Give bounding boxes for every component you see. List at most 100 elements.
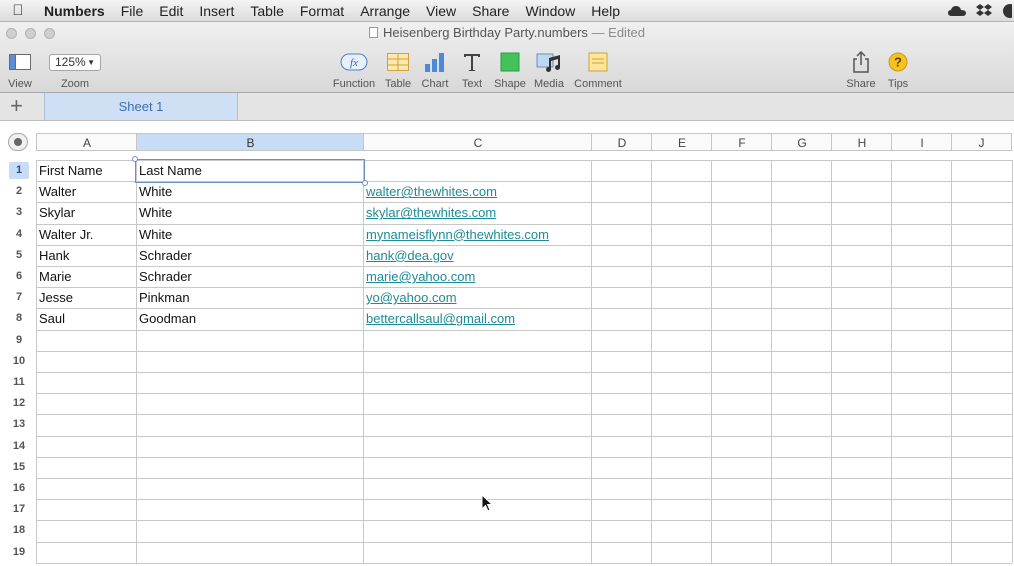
svg-text:?: ?	[894, 55, 902, 70]
menu-format[interactable]: Format	[292, 0, 352, 22]
column-header-i[interactable]: I	[891, 133, 952, 151]
cloud-icon[interactable]	[948, 5, 966, 17]
share-icon	[853, 51, 869, 73]
row-header[interactable]: 11	[9, 374, 29, 391]
table-button[interactable]: Table	[384, 50, 412, 90]
row-header[interactable]: 5	[9, 247, 29, 264]
column-header-j[interactable]: J	[951, 133, 1012, 151]
shape-button[interactable]: Shape	[494, 50, 526, 90]
column-gridline	[591, 160, 592, 563]
column-header-h[interactable]: H	[831, 133, 892, 151]
spreadsheet-table[interactable]: A B C D E F G H I J 1 2 3 4 5 6 7 8 9 10 11 12 13 14 1…	[0, 121, 1014, 566]
email-link-cell[interactable]: bettercallsaul@gmail.com	[363, 308, 591, 329]
menu-app-name[interactable]: Numbers	[36, 0, 113, 22]
row-header[interactable]: 2	[9, 183, 29, 200]
column-gridline	[831, 160, 832, 563]
row-header[interactable]: 19	[9, 544, 29, 561]
row-header[interactable]: 4	[9, 226, 29, 243]
email-link-cell[interactable]: yo@yahoo.com	[363, 287, 591, 308]
table-cell[interactable]: White	[136, 181, 363, 202]
menu-file[interactable]: File	[113, 0, 152, 22]
table-cell[interactable]: First Name	[36, 160, 136, 181]
column-header-c[interactable]: C	[363, 133, 592, 151]
menu-share[interactable]: Share	[464, 0, 517, 22]
column-gridline	[951, 160, 952, 563]
email-link-cell[interactable]: mynameisflynn@thewhites.com	[363, 224, 591, 245]
table-cell[interactable]: Jesse	[36, 287, 136, 308]
select-table-button[interactable]	[8, 133, 28, 151]
row-header[interactable]: 8	[9, 310, 29, 327]
table-cell[interactable]: Marie	[36, 266, 136, 287]
row-gridline	[36, 541, 1012, 543]
media-button[interactable]: Media	[533, 50, 565, 90]
email-link-cell[interactable]: marie@yahoo.com	[363, 266, 591, 287]
menu-table[interactable]: Table	[242, 0, 291, 22]
email-link-cell[interactable]: hank@dea.gov	[363, 245, 591, 266]
row-gridline	[36, 350, 1012, 352]
table-cell[interactable]: Schrader	[136, 266, 363, 287]
share-button[interactable]: Share	[846, 50, 876, 90]
menu-arrange[interactable]: Arrange	[352, 0, 418, 22]
table-cell[interactable]: Goodman	[136, 308, 363, 329]
column-header-f[interactable]: F	[711, 133, 772, 151]
menu-help[interactable]: Help	[583, 0, 628, 22]
sheet-tab-bar: + Sheet 1	[0, 93, 1014, 121]
table-cell[interactable]: White	[136, 202, 363, 223]
row-gridline	[36, 562, 1012, 564]
row-header[interactable]: 10	[9, 353, 29, 370]
menu-edit[interactable]: Edit	[151, 0, 191, 22]
email-link-cell[interactable]: walter@thewhites.com	[363, 181, 591, 202]
column-header-e[interactable]: E	[651, 133, 712, 151]
row-header[interactable]: 6	[9, 268, 29, 285]
tab-sheet-1[interactable]: Sheet 1	[44, 93, 238, 120]
zoom-select[interactable]: 125% ▼	[49, 53, 101, 71]
email-link-cell[interactable]: skylar@thewhites.com	[363, 202, 591, 223]
zoom-control[interactable]: 125% ▼ Zoom	[48, 50, 102, 90]
column-header-g[interactable]: G	[771, 133, 832, 151]
chart-button[interactable]: Chart	[420, 50, 450, 90]
row-header[interactable]: 13	[9, 416, 29, 433]
table-cell[interactable]: Walter	[36, 181, 136, 202]
row-gridline	[36, 478, 1012, 479]
row-header[interactable]: 17	[9, 501, 29, 518]
text-button[interactable]: Text	[458, 50, 486, 90]
row-header[interactable]: 18	[9, 522, 29, 539]
row-header[interactable]: 3	[9, 204, 29, 221]
menu-window[interactable]: Window	[517, 0, 583, 22]
row-header[interactable]: 16	[9, 480, 29, 497]
selection-handle-bottom-right[interactable]	[362, 180, 368, 186]
edited-status: — Edited	[591, 25, 646, 40]
menu-bar:  Numbers File Edit Insert Table Format …	[0, 0, 1014, 22]
dropbox-icon[interactable]	[976, 4, 992, 18]
comment-button[interactable]: Comment	[572, 50, 624, 90]
row-header[interactable]: 1	[9, 162, 29, 180]
row-header[interactable]: 14	[9, 438, 29, 455]
row-header[interactable]: 15	[9, 459, 29, 476]
row-header[interactable]: 7	[9, 289, 29, 306]
selection-handle-top-left[interactable]	[132, 156, 138, 162]
row-header[interactable]: 9	[9, 332, 29, 349]
row-header[interactable]: 12	[9, 395, 29, 412]
table-cell[interactable]: Schrader	[136, 245, 363, 266]
tips-icon: ?	[888, 52, 908, 72]
apple-menu-icon[interactable]: 	[0, 2, 36, 19]
table-cell[interactable]: Walter Jr.	[36, 224, 136, 245]
column-header-a[interactable]: A	[36, 133, 137, 151]
table-cell[interactable]: Skylar	[36, 202, 136, 223]
view-button[interactable]: View	[6, 50, 34, 90]
menu-insert[interactable]: Insert	[191, 0, 242, 22]
table-cell[interactable]: Hank	[36, 245, 136, 266]
messages-icon[interactable]	[1002, 4, 1012, 18]
window-toolbar: Heisenberg Birthday Party.numbers — Edit…	[0, 22, 1014, 93]
table-cell[interactable]: Saul	[36, 308, 136, 329]
menu-view[interactable]: View	[418, 0, 464, 22]
row-gridline	[36, 372, 1012, 373]
tips-button[interactable]: ? Tips	[884, 50, 912, 90]
table-icon	[387, 53, 409, 71]
table-cell[interactable]: Pinkman	[136, 287, 363, 308]
add-sheet-icon[interactable]: +	[10, 95, 23, 117]
function-button[interactable]: fx Function	[332, 50, 376, 90]
table-cell[interactable]: White	[136, 224, 363, 245]
column-header-b[interactable]: B	[136, 133, 364, 151]
column-header-d[interactable]: D	[591, 133, 652, 151]
